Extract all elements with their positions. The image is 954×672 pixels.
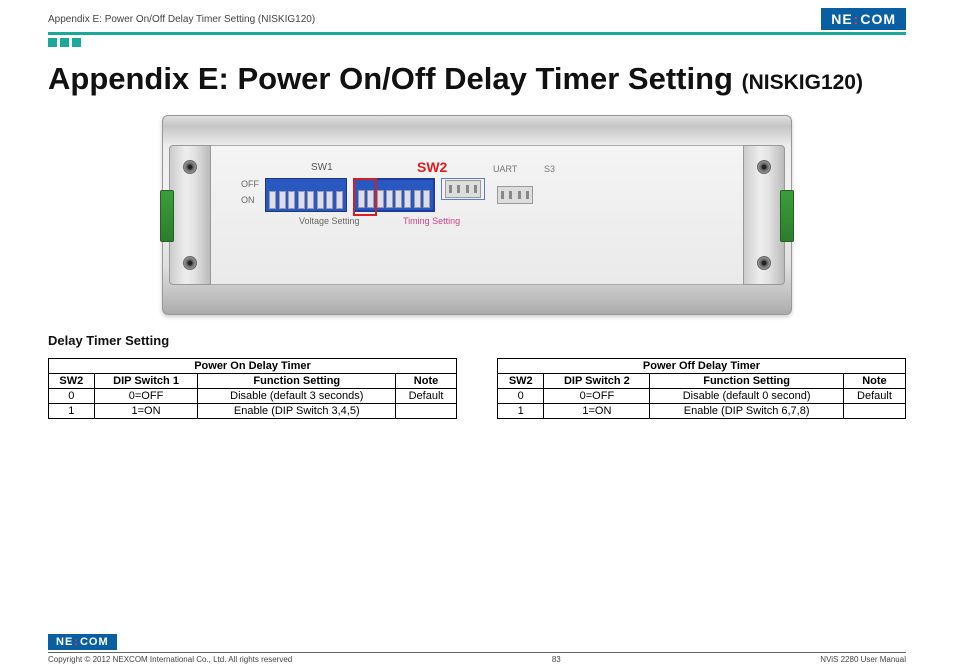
screw-icon	[757, 160, 771, 174]
dip-switch-sw1	[265, 178, 347, 212]
sw1-label: SW1	[311, 162, 333, 173]
device-figure: OFF ON SW1 SW2 UART S3 Voltage Setting T…	[48, 115, 906, 315]
table-header-row: SW2 DIP Switch 2 Function Setting Note	[498, 374, 906, 389]
screw-icon	[757, 256, 771, 270]
table-row: 0 0=OFF Disable (default 0 second) Defau…	[498, 389, 906, 404]
page-title: Appendix E: Power On/Off Delay Timer Set…	[48, 61, 906, 97]
right-bracket	[743, 145, 785, 285]
left-terminal-block	[160, 190, 174, 242]
header-divider	[48, 32, 906, 35]
off-on-label: OFF ON	[241, 176, 259, 208]
device-enclosure: OFF ON SW1 SW2 UART S3 Voltage Setting T…	[162, 115, 792, 315]
manual-name: NViS 2280 User Manual	[820, 655, 906, 664]
timing-setting-label: Timing Setting	[403, 216, 460, 226]
power-on-delay-table: Power On Delay Timer SW2 DIP Switch 1 Fu…	[48, 358, 457, 419]
decorative-squares	[48, 38, 906, 47]
page-number: 83	[552, 655, 561, 664]
page-header: Appendix E: Power On/Off Delay Timer Set…	[48, 0, 906, 30]
device-faceplate: OFF ON SW1 SW2 UART S3 Voltage Setting T…	[211, 145, 743, 285]
logo-divider-icon: :	[854, 11, 860, 27]
logo: NE:COM	[821, 8, 906, 30]
page-footer: NE:COM Copyright © 2012 NEXCOM Internati…	[48, 632, 906, 664]
uart-label: UART	[493, 164, 517, 174]
table-row: 1 1=ON Enable (DIP Switch 3,4,5)	[49, 404, 457, 419]
right-terminal-block	[780, 190, 794, 242]
section-title: Delay Timer Setting	[48, 333, 906, 348]
power-off-delay-table: Power Off Delay Timer SW2 DIP Switch 2 F…	[497, 358, 906, 419]
screw-icon	[183, 160, 197, 174]
voltage-setting-label: Voltage Setting	[299, 216, 360, 226]
footer-divider	[48, 652, 906, 653]
s3-label: S3	[544, 164, 555, 174]
copyright-text: Copyright © 2012 NEXCOM International Co…	[48, 655, 292, 664]
sw2-callout-label: SW2	[417, 159, 447, 175]
table-title: Power On Delay Timer	[49, 359, 457, 374]
table-title: Power Off Delay Timer	[498, 359, 906, 374]
left-bracket	[169, 145, 211, 285]
s3-connector	[497, 186, 533, 204]
dip-switch-sw2	[353, 178, 435, 212]
table-row: 0 0=OFF Disable (default 3 seconds) Defa…	[49, 389, 457, 404]
table-row: 1 1=ON Enable (DIP Switch 6,7,8)	[498, 404, 906, 419]
tables-container: Power On Delay Timer SW2 DIP Switch 1 Fu…	[48, 358, 906, 419]
table-header-row: SW2 DIP Switch 1 Function Setting Note	[49, 374, 457, 389]
breadcrumb: Appendix E: Power On/Off Delay Timer Set…	[48, 14, 315, 25]
footer-logo: NE:COM	[48, 634, 117, 650]
logo-divider-icon: :	[74, 636, 79, 648]
uart-connector	[441, 178, 485, 200]
screw-icon	[183, 256, 197, 270]
